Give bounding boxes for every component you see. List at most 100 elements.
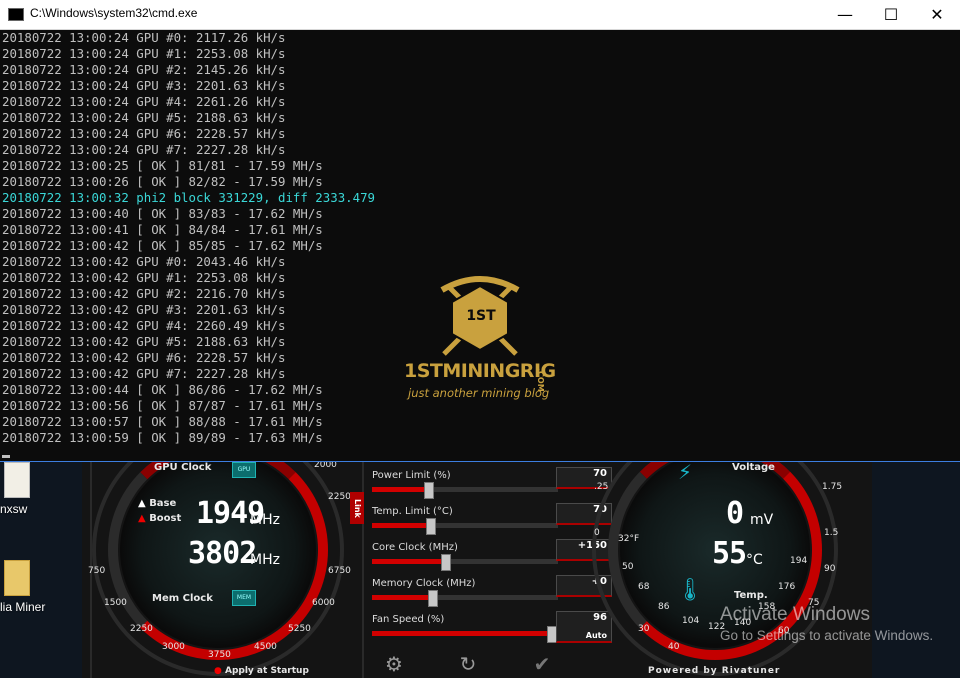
memory-clock-slider[interactable]: Memory Clock (MHz) +0 [372, 575, 612, 607]
console-line: 20180722 13:00:59 [ OK ] 89/89 - 17.63 M… [2, 430, 323, 445]
tick-label: 3000 [162, 642, 185, 652]
temp-limit-slider[interactable]: Temp. Limit (°C) 70 [372, 503, 612, 535]
console-line: 20180722 13:00:24 GPU #7: 2227.28 kH/s [2, 142, 286, 157]
temp-unit: °C [746, 552, 763, 568]
slider-thumb[interactable] [423, 482, 434, 499]
slider-track[interactable] [372, 518, 558, 535]
mem-clock-value: 3802 [188, 536, 257, 571]
startup-label: Apply at Startup [225, 666, 309, 676]
tick-label: 0 [594, 528, 600, 538]
logo-badge-text: 1ST [466, 308, 496, 324]
console-line: 20180722 13:00:41 [ OK ] 84/84 - 17.61 M… [2, 222, 323, 237]
activate-windows-watermark: Activate Windows Go to Settings to activ… [720, 604, 933, 643]
slider-track[interactable] [372, 590, 558, 607]
console-line: 20180722 13:00:24 GPU #6: 2228.57 kH/s [2, 126, 286, 141]
tick-label: 4500 [254, 642, 277, 652]
file-icon [4, 462, 30, 498]
gpu-clock-title: GPU Clock [154, 462, 212, 473]
gpu-chip-icon: GPU [232, 462, 256, 478]
watermark-logo: 1ST 1STMININGRIG .COM just another minin… [404, 272, 564, 412]
tick-label: 6750 [328, 566, 351, 576]
link-button[interactable]: Link [350, 492, 364, 524]
activate-heading: Activate Windows [720, 604, 870, 625]
fan-speed-slider[interactable]: Fan Speed (%) 96 Auto [372, 611, 612, 643]
triangle-white-icon: ▲ [138, 498, 146, 509]
tick-label: 30 [638, 624, 650, 634]
power-limit-slider[interactable]: Power Limit (%) 70 [372, 467, 612, 499]
boost-legend: ▲ Boost [138, 513, 181, 524]
tick-label: .25 [594, 482, 609, 492]
tick-label: 5250 [288, 624, 311, 634]
activate-subtext: Go to Settings to activate Windows. [720, 628, 934, 643]
mem-clock-unit: MHz [250, 552, 280, 568]
triangle-red-icon: ▲ [138, 513, 146, 524]
slider-fill [372, 595, 432, 600]
console-line: 20180722 13:00:24 GPU #1: 2253.08 kH/s [2, 46, 286, 61]
voltage-value: 0 [726, 496, 744, 531]
slider-thumb[interactable] [425, 518, 436, 535]
tick-label: 104 [682, 616, 700, 626]
powered-by-label: Powered by Rivatuner [648, 666, 781, 676]
tick-label: 40 [668, 642, 680, 652]
afterburner-window: GPU Clock GPU ▲ Base ▲ Boost 1949 MHz 38… [82, 460, 872, 678]
slider-track[interactable] [372, 554, 558, 571]
logo-tagline: just another mining blog [408, 386, 550, 400]
console-line: 20180722 13:00:24 GPU #5: 2188.63 kH/s [2, 110, 286, 125]
tick-label: 1500 [104, 598, 127, 608]
voltage-title: Voltage [732, 462, 775, 473]
minimize-button[interactable]: — [822, 0, 868, 29]
tick-label: 3750 [208, 650, 231, 660]
tick-label: 68 [638, 582, 650, 592]
fan-value: 96 [593, 612, 607, 623]
console-line: 20180722 13:00:40 [ OK ] 83/83 - 17.62 M… [2, 206, 323, 221]
close-button[interactable]: ✕ [914, 0, 960, 29]
slider-track[interactable] [372, 626, 558, 643]
console-line: 20180722 13:00:32 phi2 block 331229, dif… [2, 190, 375, 205]
mem-clock-title: Mem Clock [152, 593, 213, 604]
fan-auto-label[interactable]: Auto [557, 630, 607, 642]
apply-at-startup[interactable]: ● Apply at Startup [214, 666, 309, 676]
desktop-icon-miner[interactable]: lia Miner [0, 560, 70, 614]
console-line: 20180722 13:00:24 GPU #2: 2145.26 kH/s [2, 62, 286, 77]
reset-icon[interactable]: ↻ [452, 652, 484, 678]
slider-track[interactable] [372, 482, 558, 499]
gpu-clock-unit: MHz [250, 512, 280, 528]
slider-fill [372, 631, 551, 636]
apply-check-icon[interactable]: ✔ [526, 652, 558, 678]
tick-label: 90 [824, 564, 836, 574]
slider-fill [372, 523, 430, 528]
console-line: 20180722 13:00:26 [ OK ] 82/82 - 17.59 M… [2, 174, 323, 189]
tick-label: 1.75 [822, 482, 843, 492]
tick-label: 2250 [130, 624, 153, 634]
window-title: C:\Windows\system32\cmd.exe [30, 6, 198, 20]
desktop-icon-label: lia Miner [0, 600, 46, 614]
tick-label: 6000 [312, 598, 335, 608]
desktop-icon-nxsw[interactable]: nxsw [0, 462, 70, 516]
console-line: 20180722 13:00:25 [ OK ] 81/81 - 17.59 M… [2, 158, 323, 173]
console-line: 20180722 13:00:24 GPU #4: 2261.26 kH/s [2, 94, 286, 109]
settings-gear-icon[interactable]: ⚙ [378, 652, 410, 678]
tick-label: 50 [622, 562, 634, 572]
slider-thumb[interactable] [440, 554, 451, 571]
slider-thumb[interactable] [427, 590, 438, 607]
tick-label: 86 [658, 602, 670, 612]
slider-fill [372, 487, 428, 492]
fahrenheit-label: 32°F [618, 534, 640, 544]
base-label: Base [149, 498, 177, 509]
maximize-button[interactable]: ☐ [868, 0, 914, 29]
logo-name: 1STMININGRIG [404, 360, 556, 382]
core-clock-slider[interactable]: Core Clock (MHz) +150 [372, 539, 612, 571]
lightning-icon: ⚡ [678, 460, 693, 484]
title-bar[interactable]: C:\Windows\system32\cmd.exe — ☐ ✕ [0, 0, 960, 30]
boost-label: Boost [149, 513, 182, 524]
console-line: 20180722 13:00:42 [ OK ] 85/85 - 17.62 M… [2, 238, 323, 253]
mem-chip-icon: MEM [232, 590, 256, 606]
cmd-window[interactable]: C:\Windows\system32\cmd.exe — ☐ ✕ 201807… [0, 0, 960, 462]
console-line: 20180722 13:00:24 GPU #3: 2201.63 kH/s [2, 78, 286, 93]
tick-label: 750 [88, 566, 106, 576]
base-legend: ▲ Base [138, 498, 176, 509]
tick-label: 2250 [328, 492, 351, 502]
console-line: 20180722 13:00:42 GPU #0: 2043.46 kH/s [2, 254, 286, 269]
tick-label: 194 [790, 556, 808, 566]
temp-title: Temp. [734, 590, 768, 601]
